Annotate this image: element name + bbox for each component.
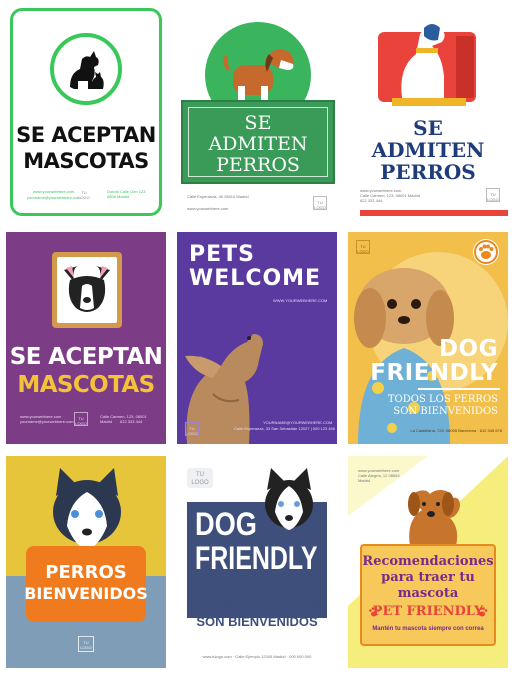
poster-card-9[interactable]: www.yourwebhere.com Calle Alegría, 12 08… [348, 456, 508, 668]
card-7-title-line2: BIENVENIDOS [24, 584, 148, 603]
card-1-email: yourname@yourwebhere.com [27, 195, 81, 200]
poster-card-4[interactable]: SE ACEPTAN MASCOTAS www.yourwebhere.com … [6, 232, 166, 444]
card-5-email: YOURNAME@YOURWEBHERE.COM [263, 420, 333, 425]
card-1-address: Donde Calle Gen 123 080# Madrid [107, 189, 146, 199]
poster-card-5[interactable]: PETS WELCOME WWW.YOURWEBHERE.COM YOURNAM… [177, 232, 337, 444]
husky-icon [259, 466, 319, 540]
card-4-logo: TU LOGO [74, 412, 88, 426]
card-5-title-line2: WELCOME [189, 266, 322, 291]
card-3-phone: 622 333 444 [360, 198, 383, 203]
card-3-title-line2: ADMITEN [371, 138, 485, 162]
paw-icon [472, 238, 500, 266]
card-4-email: yourname@yourwebhere.com [20, 419, 74, 424]
card-2-web: www.yourwebhere.com [187, 206, 229, 211]
poster-card-3[interactable]: SE ADMITEN PERROS www.yourwebhere.com Ca… [348, 14, 508, 218]
card-3-title-line3: PERROS [380, 160, 476, 184]
card-9-address-line2: Madrid [358, 478, 371, 483]
paw-icon [476, 606, 488, 618]
card-8-subtitle-line1: TODOS LOS PERROS [189, 596, 325, 611]
card-1-title-line1: SE ACEPTAN [16, 123, 156, 147]
card-6-subtitle-line2: SON BIENVENIDOS [393, 406, 498, 417]
card-1-logo: TU LOGO [78, 190, 90, 200]
card-7-logo: TU LOGO [78, 636, 94, 652]
card-8-title-line2: FRIENDLY [195, 540, 318, 576]
card-6-title-line2: FRIENDLY [370, 360, 498, 386]
card-1-web: www.yourwebhere.com [33, 189, 75, 194]
card-4-title-line1: SE ACEPTAN [9, 344, 163, 370]
card-1-title-line2: MASCOTAS [23, 149, 149, 173]
card-6-title-line1: DOG [438, 336, 498, 362]
poster-card-2[interactable]: SE ADMITEN PERROS Calle Esperanza, 45 28… [177, 14, 339, 216]
card-7-title-line1: PERROS [45, 562, 127, 583]
poster-card-1[interactable]: SE ACEPTAN MASCOTAS www.yourwebhere.com … [10, 8, 162, 216]
card-9-footer: Mantén tu mascota siempre con correa [372, 626, 484, 632]
dog-sitting-icon [372, 14, 484, 110]
card-9-title-line1: Recomendaciones [362, 554, 494, 569]
card-6-divider [418, 388, 500, 390]
card-8-footer: www.tulogo.com · Calle Ejemplo 12345 Mad… [202, 654, 312, 659]
card-6-subtitle-line1: TODOS LOS PERROS [387, 394, 498, 405]
card-5-title-line1: PETS [189, 242, 256, 267]
card-4-title-line2: MASCOTAS [17, 372, 155, 398]
golden-dog-photo [400, 484, 460, 546]
card-5-address: Calle Esperanza, 33 San Sebastián 12027 … [234, 426, 335, 431]
poster-card-8[interactable]: TU LOGO DOG FRIENDLY TODOS LOS PERROS SO… [177, 456, 337, 668]
dog-cat-icon [48, 31, 124, 107]
poster-card-6[interactable]: TU LOGO DOG FRIENDLY TODOS LOS PERROS SO… [348, 232, 508, 444]
card-9-title-line2: para traer tu [381, 570, 475, 585]
card-4-phone: 622 333 444 [120, 419, 143, 424]
card-8-title-line1: DOG [195, 506, 257, 542]
card-8-subtitle-line2: SON BIENVENIDOS [196, 614, 318, 629]
card-8-logo: TU LOGO [187, 468, 213, 488]
card-2-title-line1: SE [244, 112, 272, 134]
dog-sign-icon [46, 246, 128, 336]
card-6-address: La Castellana, 725, 08005 Barcelona · 61… [410, 428, 502, 433]
card-2-logo: TU LOGO [313, 196, 327, 210]
card-2-title-line2: ADMITEN [208, 133, 308, 155]
card-5-logo: TU LOGO [185, 422, 199, 436]
card-9-title-line3: mascota [397, 586, 459, 601]
card-3-footer-bar [360, 210, 508, 216]
card-2-title-line3: PERROS [216, 154, 300, 176]
card-3-title-line1: SE [413, 116, 443, 140]
poster-card-7[interactable]: PERROS BIENVENIDOS TU LOGO [6, 456, 166, 668]
card-2-address: Calle Esperanza, 45 28010 Madrid [187, 194, 249, 199]
card-3-logo: TU LOGO [486, 188, 500, 202]
